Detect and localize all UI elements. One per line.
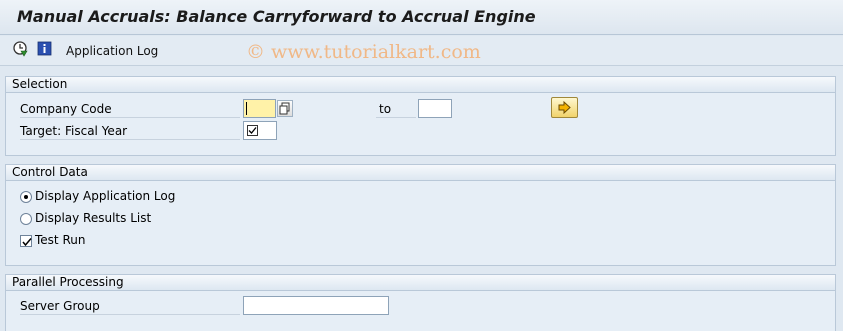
company-code-to-input[interactable] bbox=[418, 99, 452, 118]
selection-group-title: Selection bbox=[6, 77, 835, 93]
company-code-label: Company Code bbox=[20, 100, 240, 118]
multiple-selection-arrow-button[interactable] bbox=[551, 97, 578, 118]
input-check-icon bbox=[247, 125, 258, 136]
company-code-input[interactable] bbox=[243, 99, 276, 118]
test-run-label: Test Run bbox=[35, 233, 86, 247]
display-application-log-option[interactable]: Display Application Log bbox=[20, 187, 175, 205]
radio-unselected-icon[interactable] bbox=[20, 212, 32, 225]
control-data-group: Control Data Display Application Log Dis… bbox=[5, 164, 836, 266]
watermark: © www.tutorialkart.com bbox=[246, 41, 481, 63]
display-results-list-option[interactable]: Display Results List bbox=[20, 209, 151, 227]
application-toolbar: Application Log © www.tutorialkart.com bbox=[0, 36, 843, 66]
text-cursor bbox=[246, 102, 247, 115]
multiple-selection-copy-icon[interactable] bbox=[277, 100, 293, 117]
page-title: Manual Accruals: Balance Carryforward to… bbox=[17, 7, 536, 26]
information-icon[interactable] bbox=[36, 40, 54, 58]
display-application-log-label: Display Application Log bbox=[35, 189, 176, 203]
title-bar: Manual Accruals: Balance Carryforward to… bbox=[0, 0, 843, 35]
test-run-checkbox[interactable] bbox=[20, 234, 32, 247]
parallel-processing-group: Parallel Processing Server Group bbox=[5, 274, 836, 331]
test-run-option[interactable]: Test Run bbox=[20, 231, 85, 249]
checkmark-icon bbox=[22, 237, 32, 246]
application-log-button[interactable]: Application Log bbox=[66, 44, 158, 58]
parallel-processing-group-title: Parallel Processing bbox=[6, 275, 835, 291]
execute-clock-icon[interactable] bbox=[12, 40, 30, 58]
display-results-list-label: Display Results List bbox=[35, 211, 152, 225]
company-code-to-label: to bbox=[376, 100, 416, 118]
fiscal-year-label: Target: Fiscal Year bbox=[20, 122, 240, 140]
radio-selected-icon[interactable] bbox=[20, 190, 32, 203]
server-group-label: Server Group bbox=[20, 297, 240, 315]
control-data-group-title: Control Data bbox=[6, 165, 835, 181]
server-group-input[interactable] bbox=[243, 296, 389, 315]
selection-group: Selection Company Code to Target: Fiscal… bbox=[5, 76, 836, 156]
fiscal-year-input[interactable] bbox=[243, 121, 277, 140]
